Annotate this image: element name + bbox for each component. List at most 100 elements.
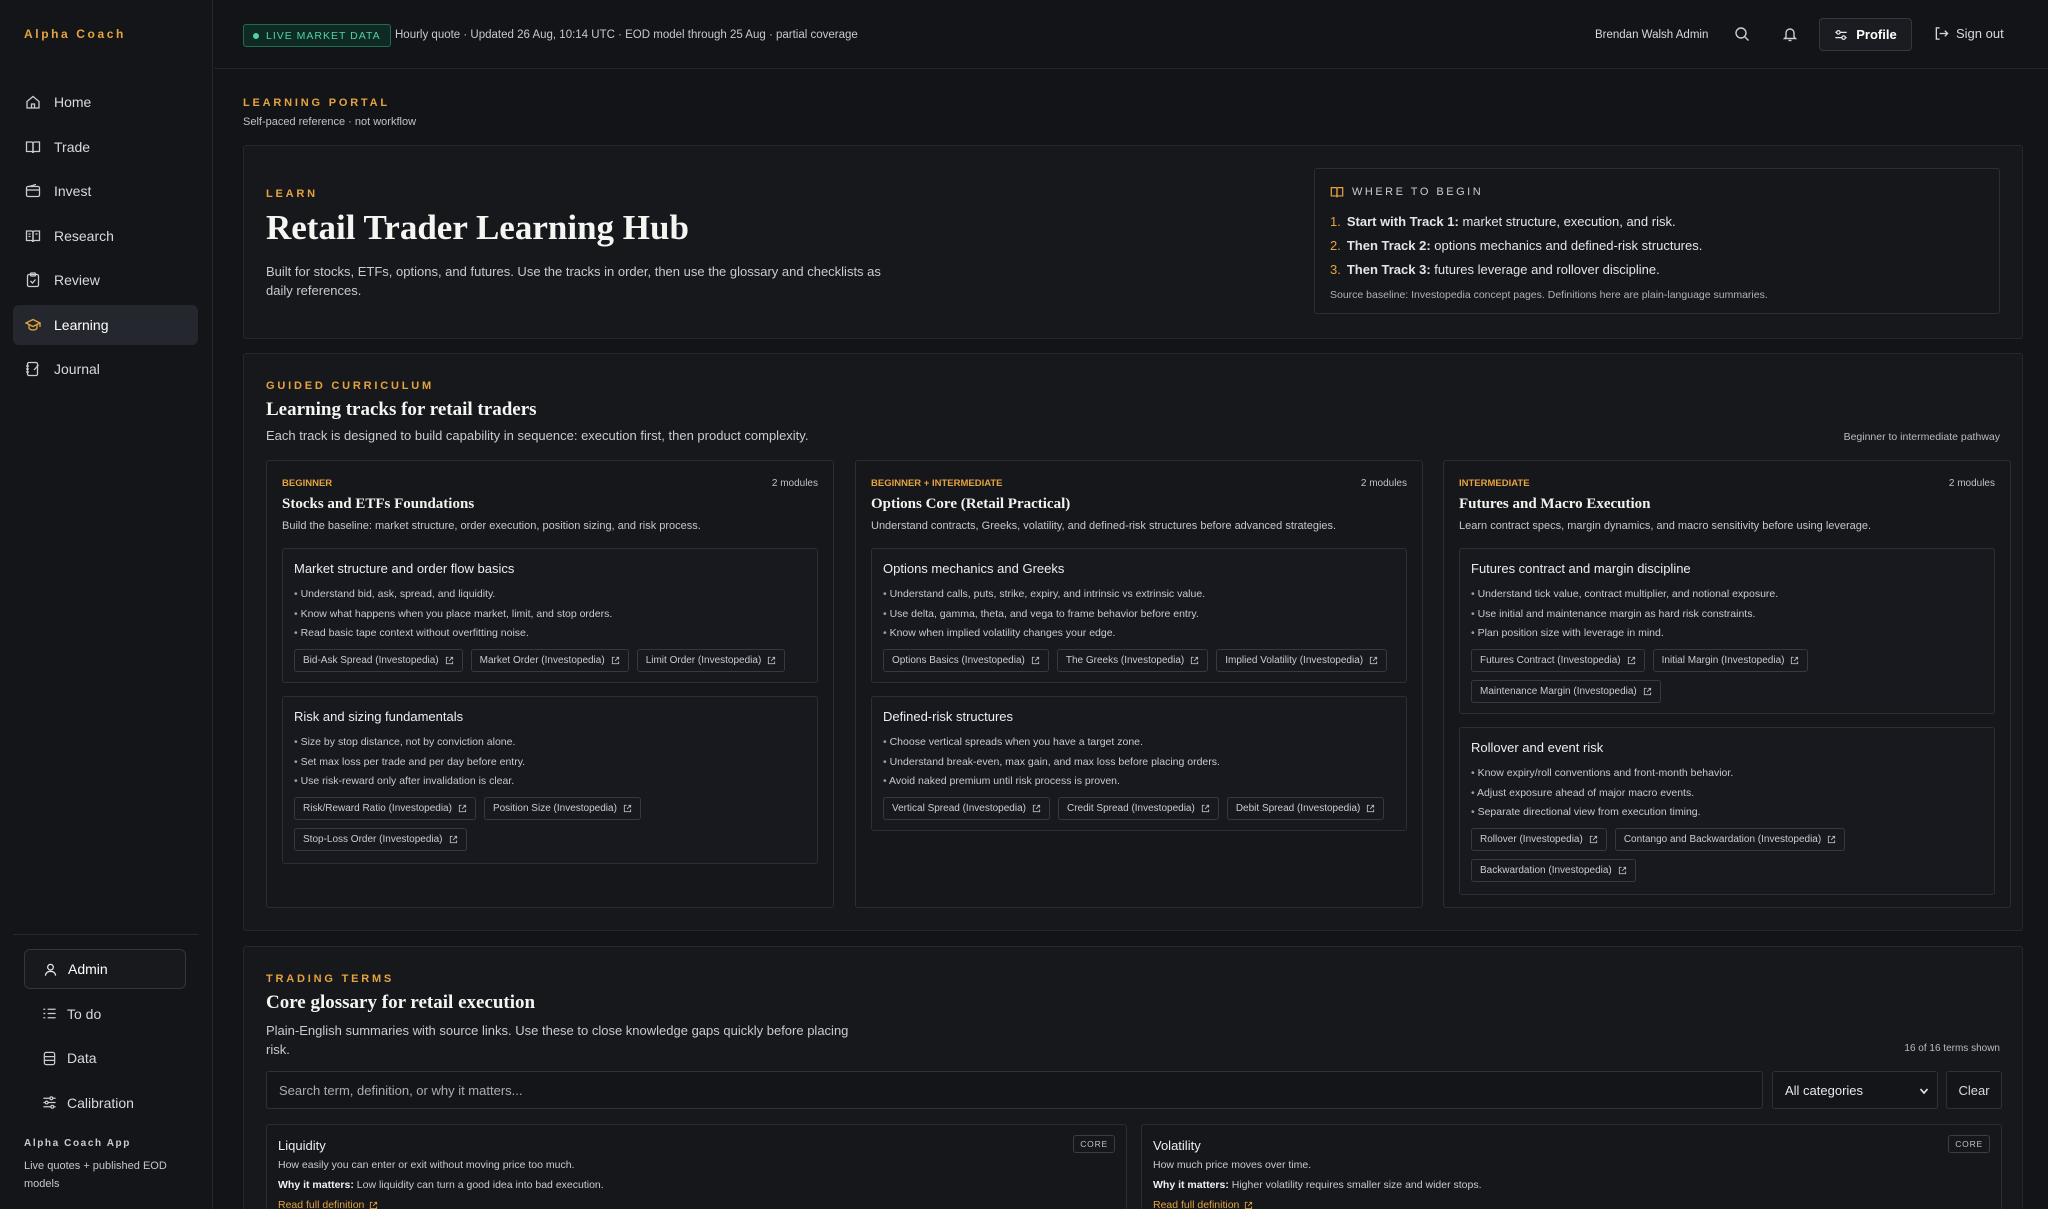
external-link-icon (449, 835, 457, 844)
curriculum-panel: GUIDED CURRICULUM Learning tracks for re… (243, 353, 2023, 931)
sidebar-item-data[interactable]: Data (24, 1038, 186, 1078)
link-label: Rollover (Investopedia) (1480, 834, 1583, 845)
investopedia-link[interactable]: Position Size (Investopedia) (483, 797, 641, 820)
external-link-icon (1031, 656, 1039, 665)
brand-logo[interactable]: Alpha Coach (24, 27, 126, 41)
link-label: The Greeks (Investopedia) (1065, 655, 1185, 666)
sidebar-item-label: Trade (54, 138, 91, 155)
link-label: Bid-Ask Spread (Investopedia) (303, 655, 439, 666)
investopedia-link[interactable]: Rollover (Investopedia) (1471, 828, 1607, 851)
module-links: Options Basics (Investopedia) The Greeks … (883, 649, 1403, 672)
sidebar-item-journal[interactable]: Journal (13, 349, 198, 389)
investopedia-link[interactable]: Bid-Ask Spread (Investopedia) (294, 649, 463, 672)
investopedia-link[interactable]: Futures Contract (Investopedia) (1471, 649, 1645, 672)
live-dot-icon (253, 32, 259, 39)
sidebar-item-learning[interactable]: Learning (13, 304, 198, 345)
where-to-begin-card: WHERE TO BEGIN 1. Start with Track 1: mar… (1314, 168, 2000, 314)
clipboard-icon (26, 272, 40, 288)
main-nav: Home Trade Invest Research Review Learni… (13, 82, 198, 394)
term-why: Why it matters: Low liquidity can turn a… (278, 1179, 604, 1191)
step-lead: Then Track 3: (1346, 262, 1431, 277)
module-bullets: Understand tick value, contract multipli… (1471, 585, 1779, 644)
link-label: Limit Order (Investopedia) (645, 655, 762, 666)
external-link-icon (1367, 804, 1375, 813)
module-bullet: Separate directional view from execution… (1471, 803, 1733, 823)
sidebar-item-invest[interactable]: Invest (13, 171, 198, 211)
term-why: Why it matters: Higher volatility requir… (1153, 1179, 1482, 1191)
read-full-definition-link[interactable]: Read full definition (278, 1199, 378, 1209)
page-title: Retail Trader Learning Hub (266, 208, 689, 247)
investopedia-link[interactable]: Credit Spread (Investopedia) (1057, 797, 1219, 820)
sidebar-item-trade[interactable]: Trade (13, 127, 198, 167)
learning-track: INTERMEDIATE 2 modules Futures and Macro E… (1443, 460, 2011, 908)
begin-step: 3. Then Track 3: futures leverage and rol… (1330, 258, 1702, 282)
glossary-kicker: TRADING TERMS (266, 973, 395, 985)
investopedia-link[interactable]: Implied Volatility (Investopedia) (1216, 649, 1388, 672)
investopedia-link[interactable]: Stop-Loss Order (Investopedia) (294, 828, 467, 851)
sliders-icon (1835, 29, 1847, 40)
investopedia-link[interactable]: Market Order (Investopedia) (470, 649, 629, 672)
glossary-search-input[interactable] (266, 1071, 1763, 1109)
hero-panel: LEARN Retail Trader Learning Hub Built f… (243, 145, 2023, 339)
search-icon[interactable] (1734, 26, 1750, 42)
link-label: Debit Spread (Investopedia) (1235, 803, 1361, 814)
sidebar-item-admin[interactable]: Admin (24, 949, 186, 989)
module-bullet: Use initial and maintenance margin as ha… (1471, 605, 1778, 625)
sidebar-item-label: Data (67, 1050, 97, 1066)
sidebar-item-label: Research (54, 227, 114, 244)
read-full-definition-link[interactable]: Read full definition (1153, 1199, 1253, 1209)
step-number: 1. (1330, 214, 1341, 229)
book-open-icon (1330, 187, 1344, 198)
sidebar-item-calibration[interactable]: Calibration (24, 1083, 186, 1123)
top-bar: LIVE MARKET DATA Hourly quote · Updated … (214, 0, 2048, 69)
module-bullets: Size by stop distance, not by conviction… (294, 733, 526, 792)
begin-steps: 1. Start with Track 1: market structure, … (1330, 210, 1702, 282)
investopedia-link[interactable]: Initial Margin (Investopedia) (1652, 649, 1809, 672)
sidebar-item-todo[interactable]: To do (24, 994, 186, 1034)
sidebar-item-review[interactable]: Review (13, 260, 198, 300)
quote-status-text: Hourly quote · Updated 26 Aug, 10:14 UTC… (395, 29, 858, 41)
track-module: Market structure and order flow basics Un… (282, 548, 818, 683)
sign-out-button[interactable]: Sign out (1934, 26, 2004, 41)
investopedia-link[interactable]: Maintenance Margin (Investopedia) (1471, 680, 1661, 703)
portal-kicker: LEARNING PORTAL (243, 97, 390, 109)
module-title: Defined-risk structures (883, 709, 1014, 724)
track-description: Understand contracts, Greeks, volatility… (871, 520, 1337, 532)
app-footer-desc: Live quotes + published EOD models (24, 1160, 167, 1190)
bell-icon[interactable] (1782, 26, 1798, 42)
investopedia-link[interactable]: Backwardation (Investopedia) (1471, 859, 1636, 882)
clear-button[interactable]: Clear (1946, 1071, 2002, 1109)
link-label: Backwardation (Investopedia) (1480, 865, 1612, 876)
external-link-icon (1791, 656, 1799, 665)
investopedia-link[interactable]: Debit Spread (Investopedia) (1226, 797, 1385, 820)
module-bullet: Know when implied volatility changes you… (883, 624, 1205, 644)
link-label: Contango and Backwardation (Investopedia… (1623, 834, 1822, 845)
investopedia-link[interactable]: Risk/Reward Ratio (Investopedia) (294, 797, 476, 820)
investopedia-link[interactable]: Options Basics (Investopedia) (883, 649, 1049, 672)
investopedia-link[interactable]: Contango and Backwardation (Investopedia… (1614, 828, 1846, 851)
profile-button[interactable]: Profile (1819, 18, 1912, 51)
sidebar-item-home[interactable]: Home (13, 82, 198, 122)
chevron-down-icon (1919, 1088, 1929, 1095)
glossary-title: Core glossary for retail execution (266, 992, 536, 1013)
category-select[interactable]: All categories (1772, 1071, 1938, 1109)
sidebar-item-research[interactable]: Research (13, 216, 198, 256)
track-modules-count: 2 modules (771, 478, 818, 489)
track-level: INTERMEDIATE (1459, 478, 1530, 489)
track-description: Learn contract specs, margin dynamics, a… (1459, 520, 1872, 532)
home-icon (26, 95, 40, 109)
why-text: Low liquidity can turn a good idea into … (353, 1179, 604, 1191)
learning-track: BEGINNER 2 modules Stocks and ETFs Foundat… (266, 460, 834, 908)
investopedia-link[interactable]: The Greeks (Investopedia) (1056, 649, 1209, 672)
module-title: Rollover and event risk (1471, 740, 1604, 755)
investopedia-link[interactable]: Vertical Spread (Investopedia) (883, 797, 1050, 820)
step-number: 2. (1330, 238, 1341, 253)
investopedia-link[interactable]: Limit Order (Investopedia) (636, 649, 786, 672)
module-bullet: Understand break-even, max gain, and max… (883, 753, 1220, 773)
track-level: BEGINNER + INTERMEDIATE (871, 478, 1003, 489)
user-icon (44, 963, 57, 976)
module-links: Vertical Spread (Investopedia) Credit Spr… (883, 797, 1403, 820)
track-module: Rollover and event risk Know expiry/roll … (1459, 727, 1995, 895)
link-label: Options Basics (Investopedia) (892, 655, 1025, 666)
book-icon (25, 140, 41, 153)
